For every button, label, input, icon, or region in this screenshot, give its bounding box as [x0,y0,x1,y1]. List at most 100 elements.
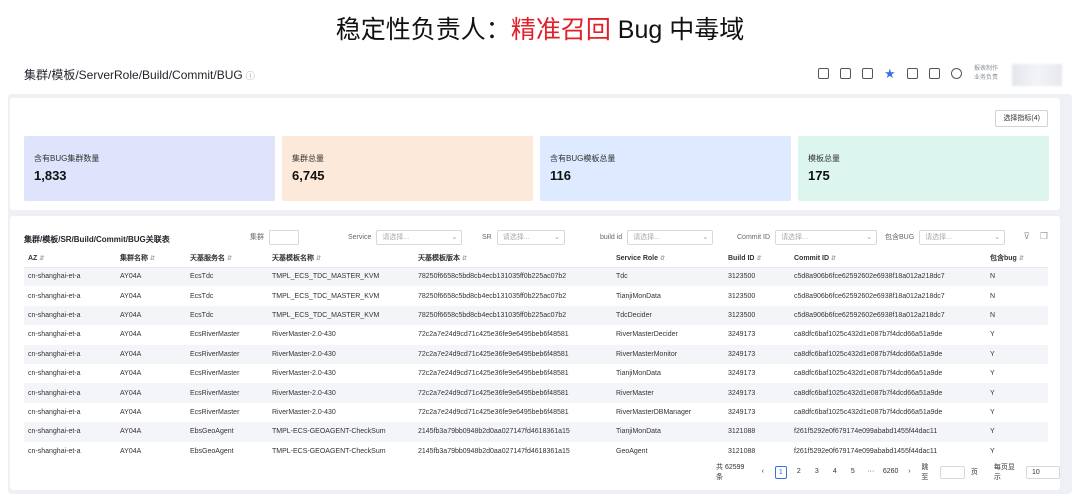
table-cell: RiverMaster-2.0-430 [268,383,414,403]
table-tools: ⊽ ❐ [1023,231,1048,242]
sort-icon[interactable]: ⇵ [150,256,155,262]
more-icon[interactable] [951,68,962,79]
table-cell: Y [986,441,1048,461]
column-header[interactable]: AZ ⇵ [24,250,116,268]
table-cell: c5d8a906b6fce62592602e6938f18a012a218dc7 [790,267,986,287]
kpi-value: 175 [808,168,830,183]
sort-icon[interactable]: ⇵ [39,256,44,262]
kpi-card: 集群总量 6,745 [282,136,533,201]
sort-icon[interactable]: ⇵ [1019,256,1024,262]
filter-select[interactable]: 请选择... ⌄ [919,229,1006,245]
table-cell: cn-shanghai-et-a [24,344,116,364]
table-cell: AY04A [116,441,186,461]
filter-3: SR 请选择... ⌄ [482,229,565,245]
table-cell: EcsTdc [186,305,268,326]
filter-select[interactable]: 请选择... ⌄ [496,229,565,245]
table-cell: 72c2a7e24d9cd71c425e36fe9e6495beb6f48581 [414,325,612,345]
screen-icon[interactable] [862,68,873,79]
table-cell: AY04A [116,325,186,345]
column-header[interactable]: Service Role ⇵ [612,250,724,268]
page-2[interactable]: 2 [793,466,805,479]
page-size-select[interactable]: 10 [1025,465,1060,479]
table-row[interactable]: cn-shanghai-et-a AY04A EbsGeoAgent TMPL-ECS… [24,422,1048,442]
kpi-value: 116 [550,168,571,183]
data-table: AZ ⇵ 集群名称 ⇵ 天基服务名 ⇵ 天基模板名称 ⇵ 天基模板版本 ⇵ Service Role… [24,250,1048,461]
table-cell: TMPL_ECS_TDC_MASTER_KVM [268,267,414,287]
page-3[interactable]: 3 [811,466,823,479]
filter-select[interactable] [269,229,299,245]
chevron-down-icon: ⌄ [866,233,873,241]
sort-icon[interactable]: ⇵ [756,256,761,262]
table-cell: cn-shanghai-et-a [24,305,116,326]
sort-icon[interactable]: ⇵ [316,256,321,262]
mail-icon[interactable] [840,68,851,79]
page-last[interactable]: 6260 [883,466,899,479]
sort-icon[interactable]: ⇵ [227,256,232,262]
kpi-panel: 选择指标(4) 含有BUG集群数量 1,833 集群总量 6,745 含有BUG模板… [10,98,1060,210]
table-cell: AY04A [116,344,186,364]
kpi-label: 模板总量 [808,154,840,163]
table-cell: N [986,286,1048,306]
filter-icon[interactable]: ⊽ [1023,231,1030,242]
table-cell: EcsRiverMaster [186,383,268,403]
table-row[interactable]: cn-shanghai-et-a AY04A EcsRiverMaster River… [24,363,1048,384]
column-header[interactable]: 包含bug ⇵ [986,250,1048,268]
edit-icon[interactable] [929,68,940,79]
copy-icon[interactable]: ❐ [1040,231,1048,242]
avatar [1012,64,1062,86]
table-cell: 78250f6658c5bd8cb4ecb131035ff0b225ac07b2 [414,286,612,306]
filter-select[interactable]: 请选择... ⌄ [376,229,463,245]
jump-input[interactable] [940,465,965,479]
column-header[interactable]: 天基服务名 ⇵ [186,250,268,268]
table-row[interactable]: cn-shanghai-et-a AY04A EcsRiverMaster River… [24,344,1048,364]
column-header[interactable]: 集群名称 ⇵ [116,250,186,268]
table-cell: RiverMasterDecider [612,325,724,345]
prev-page-button[interactable]: ‹ [757,466,769,479]
table-row[interactable]: cn-shanghai-et-a AY04A EcsTdc TMPL_ECS_TDC_… [24,305,1048,326]
slide-title: 稳定性负责人：精准召回 Bug 中毒域 [335,16,745,44]
next-page-button[interactable]: › [903,466,915,479]
column-header[interactable]: 天基模板名称 ⇵ [268,250,414,268]
table-cell: AY04A [116,267,186,287]
table-cell: RiverMaster-2.0-430 [268,363,414,384]
column-header[interactable]: Build ID ⇵ [724,250,790,268]
subscribe-icon[interactable] [907,68,918,79]
table-cell: 72c2a7e24d9cd71c425e36fe9e6495beb6f48581 [414,344,612,364]
table-cell: cn-shanghai-et-a [24,363,116,384]
filter-5: Commit ID 请选择... ⌄ [737,229,878,245]
table-cell: Y [986,363,1048,384]
page-header: 集群/模板/ServerRole/Build/Commit/BUG ⓘ ★ 报表制… [0,60,1080,90]
table-cell: Tdc [612,267,724,287]
page-5[interactable]: 5 [847,466,859,479]
table-row[interactable]: cn-shanghai-et-a AY04A EcsRiverMaster River… [24,402,1048,423]
table-row[interactable]: cn-shanghai-et-a AY04A EcsTdc TMPL_ECS_TDC_… [24,286,1048,306]
page-4[interactable]: 4 [829,466,841,479]
table-cell: 3123500 [724,267,790,287]
kpi-value: 6,745 [292,168,325,183]
filter-select[interactable]: 请选择... ⌄ [775,229,878,245]
column-header[interactable]: 天基模板版本 ⇵ [414,250,612,268]
star-icon[interactable]: ★ [884,67,896,80]
table-row[interactable]: cn-shanghai-et-a AY04A EbsGeoAgent TMPL-ECS… [24,441,1048,461]
table-cell: 2145fb3a79bb0948b2d0aa027147fd4618361a15 [414,441,612,461]
share-icon[interactable] [818,68,829,79]
table-cell: TianjiMonData [612,422,724,442]
table-cell: RiverMaster-2.0-430 [268,402,414,423]
table-cell: 3249173 [724,402,790,423]
sort-icon[interactable]: ⇵ [831,256,836,262]
sort-icon[interactable]: ⇵ [462,256,467,262]
select-metrics-button[interactable]: 选择指标(4) [995,110,1048,127]
table-cell: cn-shanghai-et-a [24,286,116,306]
info-icon[interactable]: ⓘ [246,71,255,81]
ellipsis: ··· [867,467,875,475]
page-1[interactable]: 1 [774,465,787,479]
sort-icon[interactable]: ⇵ [660,256,665,262]
table-cell: 3121088 [724,441,790,461]
table-row[interactable]: cn-shanghai-et-a AY04A EcsRiverMaster River… [24,325,1048,345]
table-cell: EcsTdc [186,286,268,306]
table-row[interactable]: cn-shanghai-et-a AY04A EcsTdc TMPL_ECS_TDC_… [24,267,1048,287]
filter-select[interactable]: 请选择... ⌄ [627,229,714,245]
column-header[interactable]: Commit ID ⇵ [790,250,986,268]
table-cell: AY04A [116,422,186,442]
table-row[interactable]: cn-shanghai-et-a AY04A EcsRiverMaster River… [24,383,1048,403]
